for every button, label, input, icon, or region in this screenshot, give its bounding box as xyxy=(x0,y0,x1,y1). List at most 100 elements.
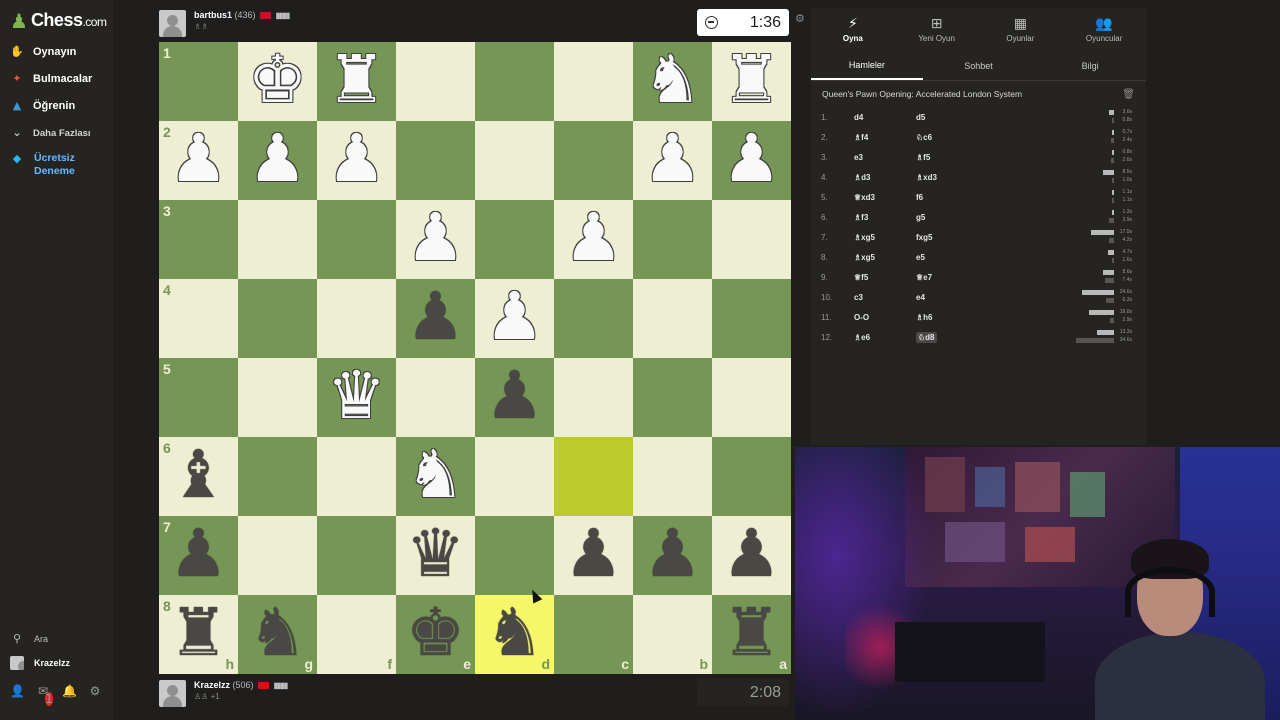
profile-link[interactable]: Krazelzz xyxy=(10,656,70,670)
black-pawn-piece[interactable]: ♟ xyxy=(485,363,544,429)
square-b4[interactable] xyxy=(633,279,712,358)
square-c8[interactable]: c xyxy=(554,595,633,674)
black-move[interactable]: ♗xd3 xyxy=(916,173,937,182)
white-move[interactable]: O-O xyxy=(854,313,916,322)
square-e6[interactable]: ♞ xyxy=(396,437,475,516)
white-rook-piece[interactable]: ♜ xyxy=(327,47,386,113)
square-e4[interactable]: ♟ xyxy=(396,279,475,358)
square-d7[interactable] xyxy=(475,516,554,595)
square-d6[interactable] xyxy=(475,437,554,516)
black-pawn-piece[interactable]: ♟ xyxy=(722,521,781,587)
square-g5[interactable] xyxy=(238,358,317,437)
square-h4[interactable]: 4 xyxy=(159,279,238,358)
square-b2[interactable]: ♟ xyxy=(633,121,712,200)
square-f5[interactable]: ♛ xyxy=(317,358,396,437)
tab-3[interactable]: 👥 Oyuncular xyxy=(1062,8,1146,52)
bottom-player-name[interactable]: Krazelzz xyxy=(194,680,230,690)
subtab-2[interactable]: Bilgi xyxy=(1034,52,1146,80)
free-trial-link[interactable]: ◆ Ücretsiz Deneme xyxy=(10,152,94,178)
black-move[interactable]: g5 xyxy=(916,213,925,222)
black-rook-piece[interactable]: ♜ xyxy=(169,600,228,666)
black-move[interactable]: ♗h6 xyxy=(916,313,933,322)
square-a6[interactable] xyxy=(712,437,791,516)
square-d1[interactable] xyxy=(475,42,554,121)
square-h5[interactable]: 5 xyxy=(159,358,238,437)
square-g1[interactable]: ♚ xyxy=(238,42,317,121)
white-pawn-piece[interactable]: ♟ xyxy=(643,126,702,192)
square-g7[interactable] xyxy=(238,516,317,595)
square-b3[interactable] xyxy=(633,200,712,279)
white-move[interactable]: e3 xyxy=(854,153,916,162)
square-e8[interactable]: e ♚ xyxy=(396,595,475,674)
square-b5[interactable] xyxy=(633,358,712,437)
square-h2[interactable]: 2 ♟ xyxy=(159,121,238,200)
square-f7[interactable] xyxy=(317,516,396,595)
black-pawn-piece[interactable]: ♟ xyxy=(564,521,623,587)
square-g3[interactable] xyxy=(238,200,317,279)
black-move[interactable]: f6 xyxy=(916,193,923,202)
black-knight-piece[interactable]: ♞ xyxy=(248,600,307,666)
black-pawn-piece[interactable]: ♟ xyxy=(406,284,465,350)
black-move[interactable]: d5 xyxy=(916,113,925,122)
square-g4[interactable] xyxy=(238,279,317,358)
square-c5[interactable] xyxy=(554,358,633,437)
nav-item-3[interactable]: ⌄ Daha Fazlası xyxy=(10,126,90,140)
settings-icon[interactable]: ⚙ xyxy=(88,684,102,698)
square-b1[interactable]: ♞ xyxy=(633,42,712,121)
bell-icon[interactable]: 🔔 xyxy=(62,684,77,698)
white-pawn-piece[interactable]: ♟ xyxy=(485,284,544,350)
square-f3[interactable] xyxy=(317,200,396,279)
black-move[interactable]: ♕e7 xyxy=(916,273,932,282)
square-d2[interactable] xyxy=(475,121,554,200)
black-move[interactable]: fxg5 xyxy=(916,233,932,242)
black-bishop-piece[interactable]: ♝ xyxy=(169,442,228,508)
white-move[interactable]: ♕xd3 xyxy=(854,193,916,202)
square-d5[interactable]: ♟ xyxy=(475,358,554,437)
black-move[interactable]: ♗f5 xyxy=(916,153,930,162)
trash-icon[interactable]: 🗑 xyxy=(1122,89,1135,100)
square-c2[interactable] xyxy=(554,121,633,200)
square-d8[interactable]: d ♞ xyxy=(475,595,554,674)
square-f8[interactable]: f xyxy=(317,595,396,674)
square-e5[interactable] xyxy=(396,358,475,437)
subtab-0[interactable]: Hamleler xyxy=(811,52,923,80)
white-move[interactable]: ♗d3 xyxy=(854,173,916,182)
square-e2[interactable] xyxy=(396,121,475,200)
bottom-player-avatar[interactable] xyxy=(159,680,186,707)
square-a1[interactable]: ♜ xyxy=(712,42,791,121)
white-pawn-piece[interactable]: ♟ xyxy=(169,126,228,192)
square-b7[interactable]: ♟ xyxy=(633,516,712,595)
white-king-piece[interactable]: ♚ xyxy=(248,47,307,113)
square-g8[interactable]: g ♞ xyxy=(238,595,317,674)
black-queen-piece[interactable]: ♛ xyxy=(406,521,465,587)
white-move[interactable]: ♗f3 xyxy=(854,213,916,222)
square-d3[interactable] xyxy=(475,200,554,279)
square-f6[interactable] xyxy=(317,437,396,516)
square-b6[interactable] xyxy=(633,437,712,516)
chess-board[interactable]: 1 ♚ ♜ ♞ ♜ 2 ♟ ♟ ♟ ♟ ♟ 3 ♟ ♟ 4 ♟ ♟ 5 ♛ ♟ 6 ♝ ♞ 7 ♟ ♛ ♟ ♟ ♟ 8 h ♜ g ♞ f e ♚ d ♞ c… xyxy=(159,42,791,674)
square-f2[interactable]: ♟ xyxy=(317,121,396,200)
square-f1[interactable]: ♜ xyxy=(317,42,396,121)
black-knight-piece[interactable]: ♞ xyxy=(485,600,544,666)
square-c3[interactable]: ♟ xyxy=(554,200,633,279)
black-move[interactable]: e4 xyxy=(916,293,925,302)
square-f4[interactable] xyxy=(317,279,396,358)
white-pawn-piece[interactable]: ♟ xyxy=(327,126,386,192)
square-g2[interactable]: ♟ xyxy=(238,121,317,200)
search-link[interactable]: ⚲ Ara xyxy=(10,632,48,646)
white-move[interactable]: ♗f4 xyxy=(854,133,916,142)
white-pawn-piece[interactable]: ♟ xyxy=(406,205,465,271)
white-rook-piece[interactable]: ♜ xyxy=(722,47,781,113)
chess-logo[interactable]: ♟ Chess.com xyxy=(10,10,107,31)
black-pawn-piece[interactable]: ♟ xyxy=(643,521,702,587)
white-pawn-piece[interactable]: ♟ xyxy=(722,126,781,192)
square-c6[interactable] xyxy=(554,437,633,516)
square-e3[interactable]: ♟ xyxy=(396,200,475,279)
square-c4[interactable] xyxy=(554,279,633,358)
square-a3[interactable] xyxy=(712,200,791,279)
square-e7[interactable]: ♛ xyxy=(396,516,475,595)
square-a4[interactable] xyxy=(712,279,791,358)
square-h7[interactable]: 7 ♟ xyxy=(159,516,238,595)
square-h8[interactable]: 8 h ♜ xyxy=(159,595,238,674)
square-a5[interactable] xyxy=(712,358,791,437)
